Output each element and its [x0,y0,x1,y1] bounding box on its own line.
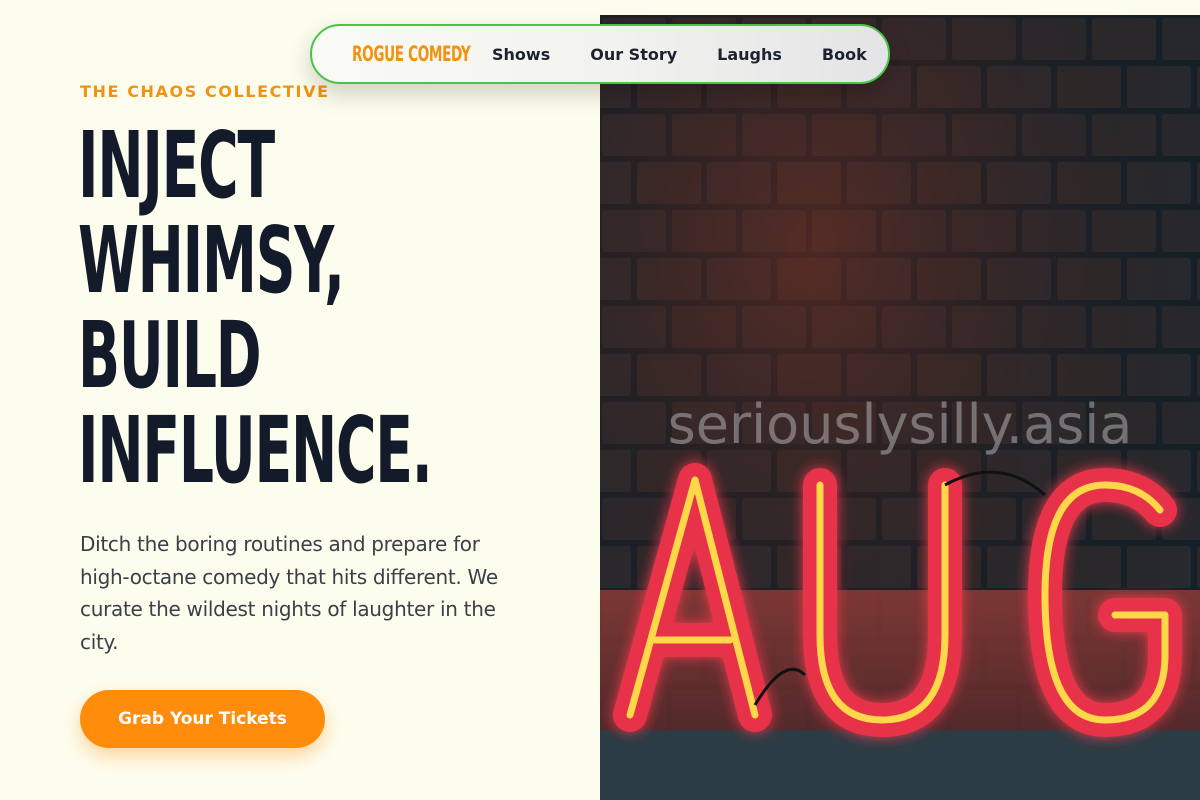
watermark-text: seriouslysilly.asia [668,393,1133,456]
nav-link-shows[interactable]: Shows [492,45,550,64]
hero-eyebrow: THE CHAOS COLLECTIVE [80,82,330,101]
hero-headline: INJECT WHIMSY, BUILD INFLUENCE. [78,118,667,498]
brand-logo[interactable]: ROGUE COMEDY [352,42,471,66]
nav-link-our-story[interactable]: Our Story [590,45,677,64]
headline-line: INJECT [78,112,275,219]
grab-tickets-button[interactable]: Grab Your Tickets [80,690,325,748]
nav-link-laughs[interactable]: Laughs [717,45,782,64]
hero-content: THE CHAOS COLLECTIVE INJECT WHIMSY, BUIL… [0,0,600,800]
nav-link-book[interactable]: Book [822,45,867,64]
hero-image: seriouslysilly.asia [600,15,1200,800]
headline-line: BUILD [78,302,262,409]
main-nav: ROGUE COMEDY Shows Our Story Laughs Book [310,24,890,84]
hero-description: Ditch the boring routines and prepare fo… [80,532,498,654]
headline-line: WHIMSY, [78,207,345,314]
neon-sign-photo: seriouslysilly.asia [600,15,1200,800]
headline-line: INFLUENCE. [78,397,433,504]
